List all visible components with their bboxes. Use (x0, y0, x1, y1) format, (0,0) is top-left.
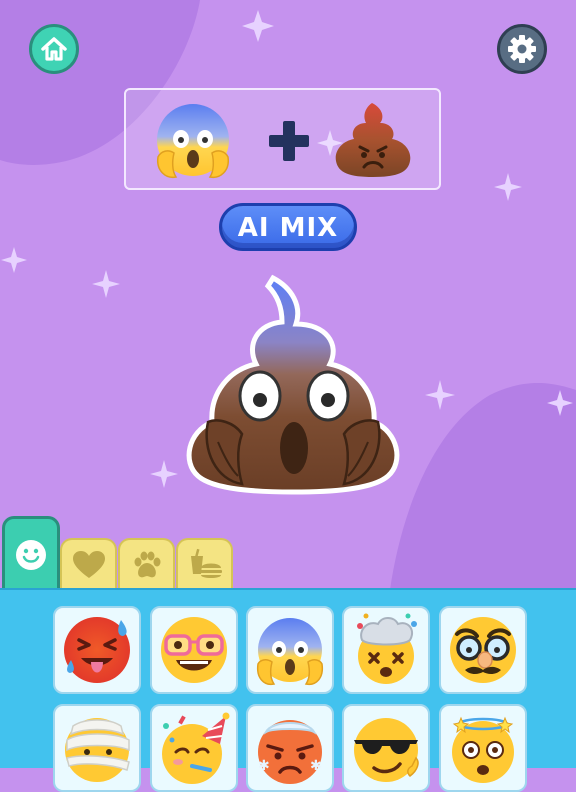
tab-smileys[interactable] (2, 516, 60, 590)
emoji-cell[interactable] (342, 606, 430, 694)
tongue-out-sweating-face-icon (64, 617, 130, 683)
exploding-head-icon (357, 613, 417, 684)
emoji-combination-panel (124, 88, 441, 190)
emoji-cell[interactable] (53, 606, 141, 694)
face-screaming-in-fear-icon (256, 618, 324, 686)
tab-animals[interactable] (118, 538, 175, 590)
paw-icon (134, 551, 160, 578)
food-icon (190, 548, 222, 578)
emoji-cell[interactable] (439, 606, 527, 694)
partying-face-icon (162, 712, 230, 784)
svg-text:✱: ✱ (258, 758, 270, 774)
tab-hearts[interactable] (60, 538, 117, 590)
svg-text:✱: ✱ (310, 758, 322, 774)
plus-icon (269, 121, 309, 161)
home-button[interactable] (29, 24, 79, 74)
emoji-cell[interactable] (342, 704, 430, 792)
nerd-glasses-face-icon (161, 617, 227, 683)
emoji-cell[interactable]: ✱ ✱ (246, 704, 334, 792)
heart-icon (72, 551, 105, 578)
emoji-cell[interactable] (53, 704, 141, 792)
ai-mix-button[interactable]: AI MIX (219, 203, 357, 251)
gear-icon (508, 35, 536, 63)
mixed-emoji-result (186, 274, 400, 495)
emoji-cell[interactable] (439, 704, 527, 792)
emoji-cell[interactable] (150, 704, 238, 792)
settings-button[interactable] (497, 24, 547, 74)
mummy-face-icon (65, 718, 130, 782)
dizzy-face-icon (452, 716, 514, 783)
smiley-icon (16, 539, 46, 570)
emoji-cell[interactable] (150, 606, 238, 694)
home-icon (41, 37, 67, 61)
cold-angry-face-icon: ✱ ✱ (258, 720, 322, 784)
tab-food[interactable] (176, 538, 233, 590)
emoji-cell[interactable] (246, 606, 334, 694)
disguised-face-icon (450, 617, 516, 683)
face-screaming-in-fear-icon[interactable] (152, 99, 234, 181)
smiling-face-with-sunglasses-icon (354, 718, 419, 782)
angry-pile-of-poo-icon[interactable] (332, 99, 414, 181)
ai-mix-label: AI MIX (237, 212, 339, 243)
